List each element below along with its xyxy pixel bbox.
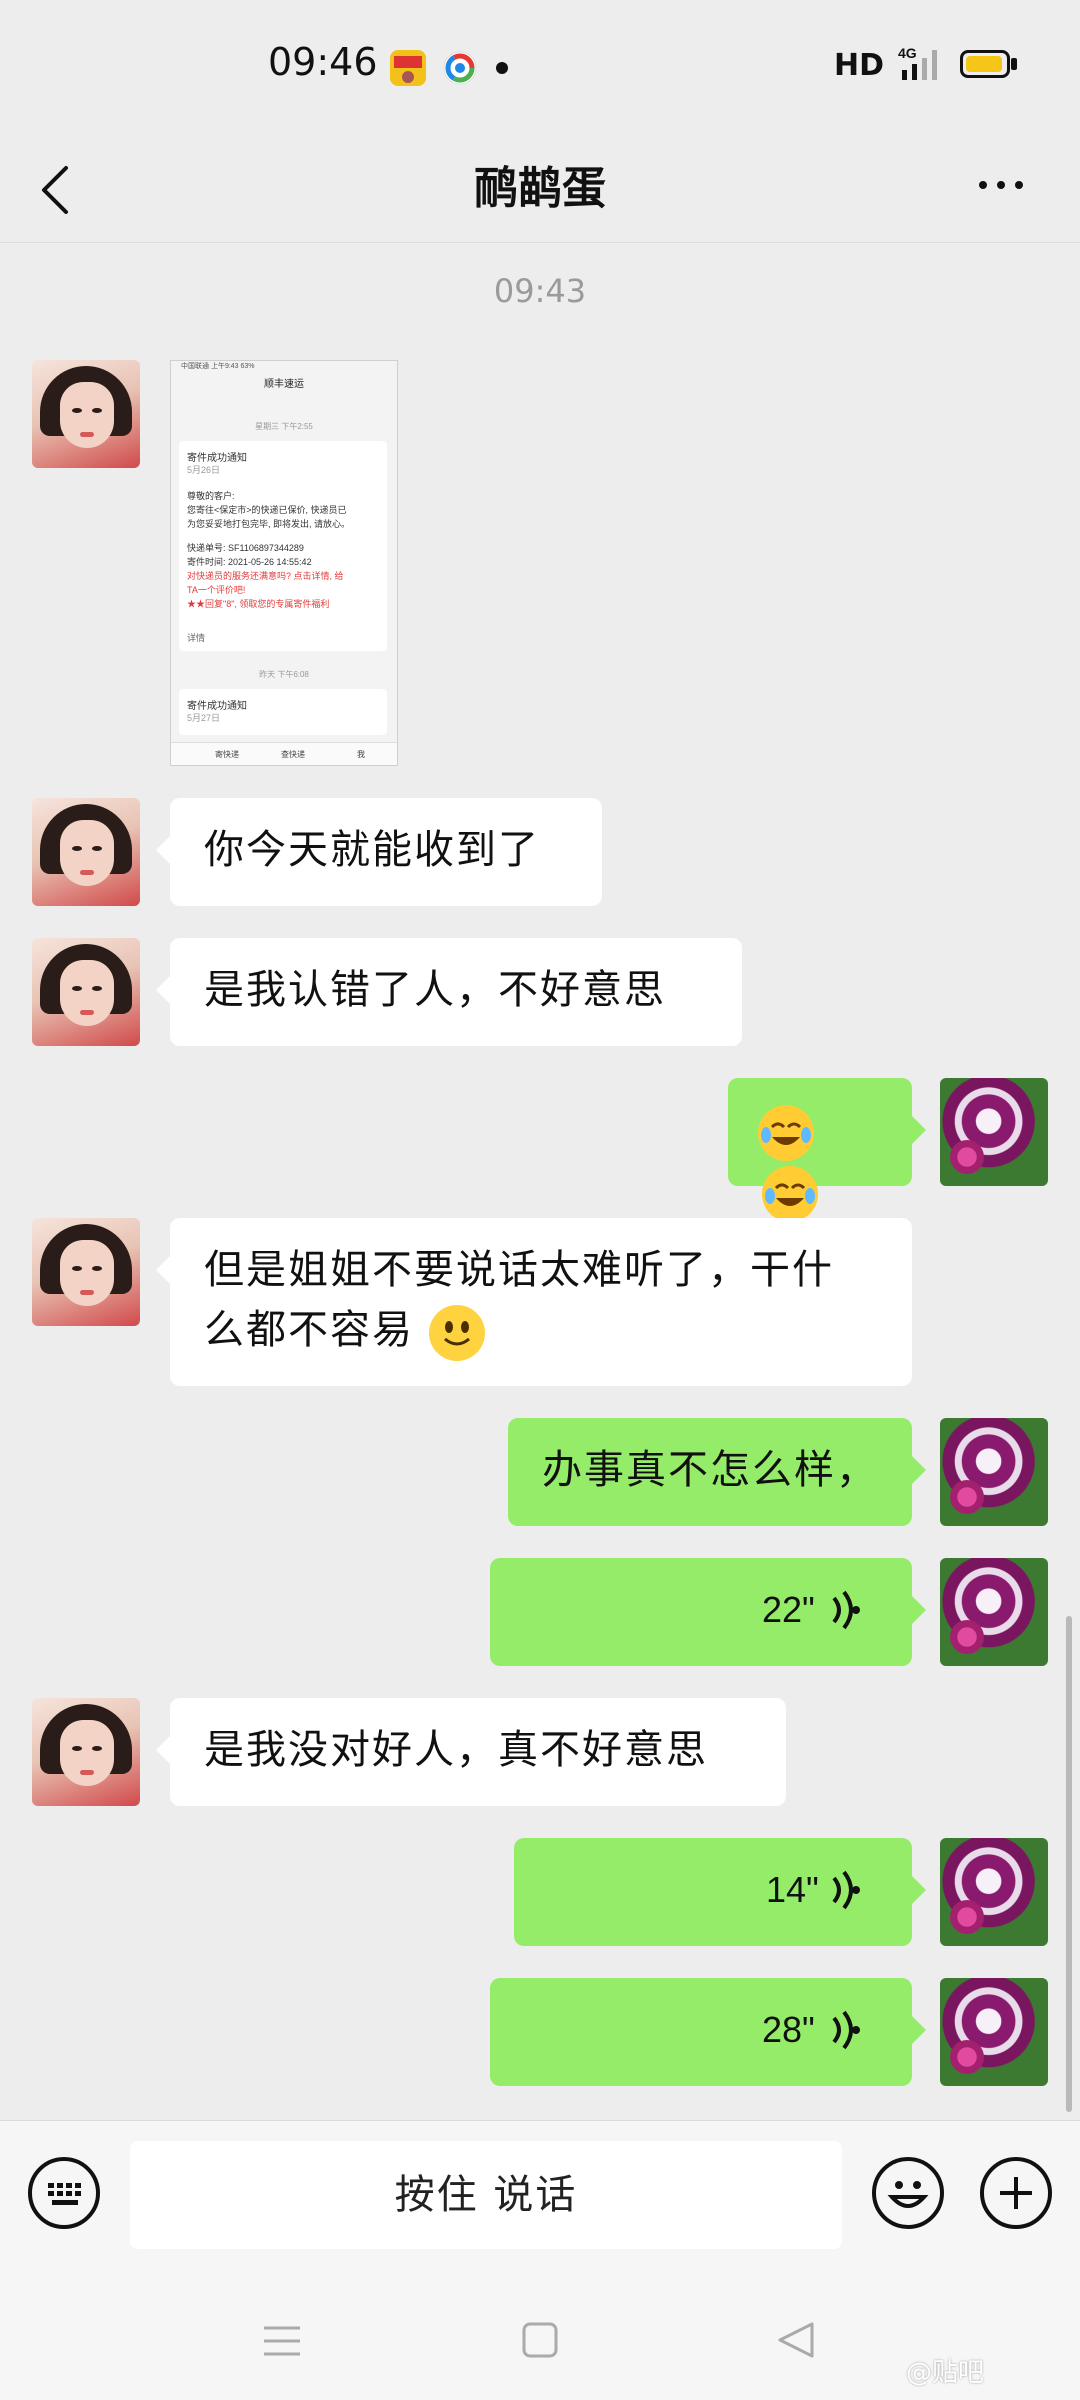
- card-line: 您寄往<保定市>的快递已保价, 快递员已: [187, 505, 347, 515]
- card-line: 寄件时间: 2021-05-26 14:55:42: [187, 557, 312, 567]
- image-tab: 寄快递: [215, 750, 239, 759]
- card-line: 尊敬的客户:: [187, 491, 235, 501]
- chrome-like-icon: [442, 50, 478, 86]
- card-date: 5月26日: [187, 465, 221, 475]
- message-bubble-outgoing[interactable]: 办事真不怎么样，: [508, 1418, 926, 1526]
- message-bubble-outgoing[interactable]: [728, 1078, 926, 1222]
- keyboard-icon[interactable]: [28, 2157, 100, 2229]
- voice-wave-icon: [830, 1584, 870, 1636]
- voice-duration: 22": [762, 1589, 815, 1630]
- contact-avatar[interactable]: [32, 1218, 140, 1326]
- card-title: 寄件成功通知: [187, 453, 247, 464]
- message-bubble-incoming[interactable]: 但是姐姐不要说话太难听了，干什 么都不容易: [156, 1218, 912, 1386]
- image-tab: 查快递: [281, 750, 305, 759]
- card-red-line: TA一个评价吧!: [187, 585, 246, 595]
- message-timestamp: 09:43: [493, 272, 587, 310]
- contact-avatar[interactable]: [32, 798, 140, 906]
- scrollbar-thumb[interactable]: [1066, 1616, 1072, 2112]
- contact-avatar[interactable]: [32, 1698, 140, 1806]
- message-bubble-incoming[interactable]: 你今天就能收到了: [156, 798, 602, 906]
- battery-icon: [960, 50, 1010, 78]
- back-triangle-icon[interactable]: [776, 2320, 816, 2360]
- message-line: 么都不容易: [204, 1307, 414, 1353]
- shared-screenshot-image[interactable]: 中国联通 上午9:43 63% 顺丰速运 星期三 下午2:55 寄件成功通知 5…: [170, 360, 398, 766]
- message-line: 但是姐姐不要说话太难听了，干什: [204, 1247, 834, 1293]
- image-date: 昨天 下午6:08: [259, 670, 309, 679]
- voice-duration: 28": [762, 2009, 815, 2050]
- smiley-icon[interactable]: [872, 2157, 944, 2229]
- card-red-line: ★★回复"8", 领取您的专属寄件福利: [187, 599, 330, 609]
- more-horizontal-icon[interactable]: [975, 175, 1035, 195]
- image-tab: 我: [357, 750, 365, 759]
- voice-wave-icon: [830, 2004, 870, 2056]
- hold-to-talk-button[interactable]: 按住 说话: [130, 2141, 842, 2249]
- voice-message-bubble[interactable]: 22": [490, 1558, 926, 1666]
- my-avatar[interactable]: [940, 1078, 1048, 1186]
- image-tabbar: 寄快递 查快递 我: [171, 742, 397, 765]
- network-label: 4G: [898, 45, 917, 61]
- image-card: 寄件成功通知 5月26日 尊敬的客户: 您寄往<保定市>的快递已保价, 快递员已…: [179, 441, 387, 651]
- card-date: 5月27日: [187, 713, 221, 723]
- contact-name: 鸸鹋蛋: [474, 163, 606, 214]
- chat-header: 鸸鹋蛋: [0, 130, 1080, 243]
- image-date: 星期三 下午2:55: [255, 422, 313, 431]
- voice-wave-icon: [830, 1864, 870, 1916]
- my-avatar[interactable]: [940, 1838, 1048, 1946]
- plus-circle-icon[interactable]: [980, 2157, 1052, 2229]
- voice-duration: 14": [766, 1869, 819, 1910]
- card-title: 寄件成功通知: [187, 701, 247, 712]
- app-notification-icon: [390, 50, 426, 86]
- message-bubble-incoming[interactable]: 是我认错了人，不好意思: [156, 938, 742, 1046]
- voice-message-bubble[interactable]: 14": [514, 1838, 926, 1946]
- my-avatar[interactable]: [940, 1978, 1048, 2086]
- message-bubble-incoming[interactable]: 是我没对好人，真不好意思: [156, 1698, 786, 1806]
- menu-icon[interactable]: [262, 2324, 302, 2358]
- laughing-crying-emoji: [762, 1166, 818, 1222]
- card-line: 为您妥妥地打包完毕, 即将发出, 请放心。: [187, 519, 351, 529]
- my-avatar[interactable]: [940, 1558, 1048, 1666]
- card-red-line: 对快递员的服务还满意吗? 点击详情, 给: [187, 571, 344, 581]
- image-card: 寄件成功通知 5月27日: [179, 689, 387, 735]
- signal-icon: 4G: [898, 44, 946, 84]
- card-line: 快递单号: SF1106897344289: [187, 543, 304, 553]
- dot-icon: [496, 62, 508, 74]
- status-bar: 09:46 HD 4G: [0, 0, 1080, 130]
- contact-avatar[interactable]: [32, 360, 140, 468]
- hd-label: HD: [834, 48, 885, 83]
- contact-avatar[interactable]: [32, 938, 140, 1046]
- my-avatar[interactable]: [940, 1418, 1048, 1526]
- image-status-text: 中国联通 上午9:43 63%: [181, 363, 255, 370]
- voice-message-bubble[interactable]: 28": [490, 1978, 926, 2086]
- watermark: @贴吧: [906, 2358, 985, 2388]
- smile-emoji: [428, 1305, 485, 1361]
- card-detail-label: 详情: [187, 633, 206, 643]
- status-time: 09:46: [268, 40, 378, 84]
- laughing-crying-emoji: [758, 1105, 814, 1161]
- home-square-icon[interactable]: [522, 2322, 558, 2358]
- image-title: 顺丰速运: [264, 379, 304, 390]
- input-bar: 按住 说话: [0, 2120, 1080, 2277]
